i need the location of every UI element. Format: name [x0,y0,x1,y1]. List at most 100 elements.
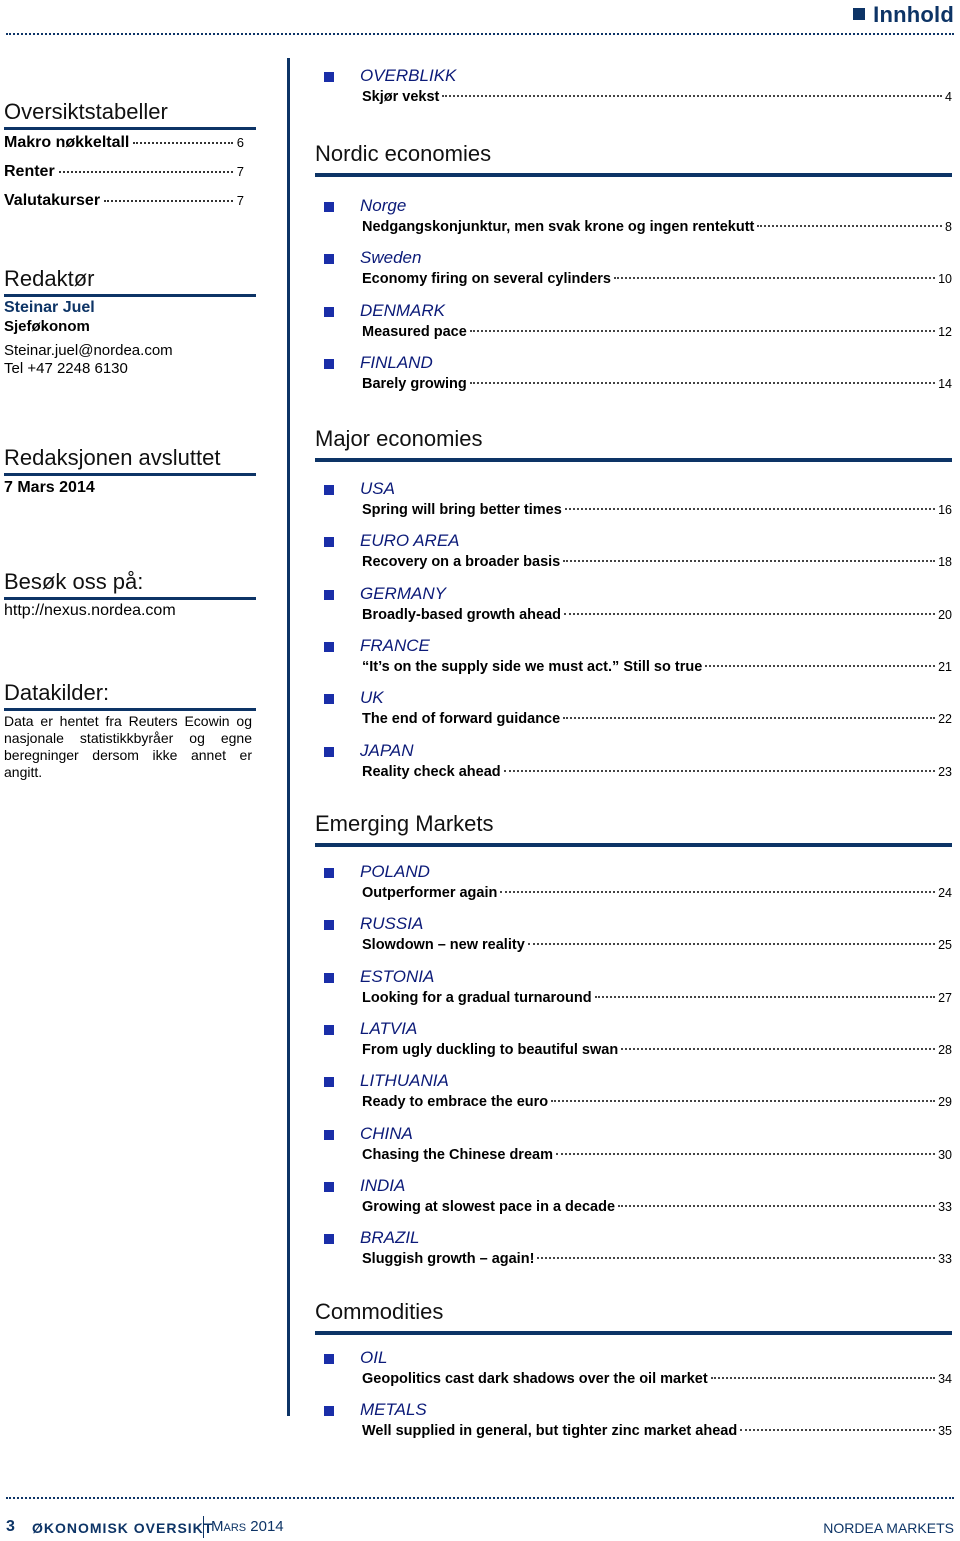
section-heading: Major economies [315,426,952,462]
square-bullet-icon [324,1406,334,1417]
entry-title: Economy firing on several cylinders [362,271,611,288]
leader-dots [500,891,936,893]
square-bullet-icon [324,589,334,600]
toc-title-text: Innhold [873,2,954,27]
page-number: 33 [938,1199,952,1214]
entry-title: Barely growing [362,375,467,392]
entry-country: UK [360,688,384,708]
leader-dots [618,1204,936,1207]
entry-title: The end of forward guidance [362,711,561,728]
entry-title: Reality check ahead [362,763,501,780]
footer-dotted-divider [6,1497,954,1499]
page-number: 4 [945,90,952,104]
editor-email[interactable]: Steinar.juel@nordea.com [4,342,173,359]
entry-title: Ready to embrace the euro [362,1094,549,1111]
leader-dots [740,1429,936,1432]
entry-title: From ugly duckling to beautiful swan [362,1041,619,1058]
entry-title: Looking for a gradual turnaround [362,989,592,1006]
square-bullet-icon [324,1024,334,1035]
footer-publication: ØKONOMISK OVERSIKT [32,1520,214,1536]
entry-title: Spring will bring better times [362,502,562,518]
entry-line: Economy firing on several cylinders 10 [362,270,952,288]
page-number: 10 [938,272,952,287]
entry-line: “It’s on the supply side we must act.” S… [362,658,952,676]
entry-country: LITHUANIA [360,1071,449,1091]
overview-tables-heading: Oversiktstabeller [4,99,256,130]
square-bullet-icon [324,306,334,317]
page-number: 12 [938,324,952,339]
toc-link-label: Valutakurser [4,192,101,209]
toc-title: Innhold [853,2,954,28]
entry-line: The end of forward guidance 22 [362,710,952,728]
leader-dots [537,1257,936,1260]
entry-title: Sluggish growth – again! [362,1251,535,1268]
page-number: 24 [938,886,952,900]
entry-line: Nedgangskonjunktur, men svak krone og in… [362,218,952,236]
square-bullet-icon [324,72,334,82]
entry-line: Chasing the Chinese dream 30 [362,1146,952,1164]
page-number: 8 [945,220,952,234]
entry-country: FINLAND [360,352,433,372]
page-number: 6 [236,135,244,150]
page-number: 7 [236,193,244,208]
section-heading: Commodities [315,1299,952,1335]
toc-link-makro[interactable]: Makro nøkkeltall 6 [4,134,244,152]
editor-name: Steinar Juel [4,299,95,316]
square-bullet-icon [324,868,334,878]
square-bullet-icon [324,1181,334,1192]
toc-link-valutakurser[interactable]: Valutakurser 7 [4,192,244,210]
entry-line: Slowdown – new reality 25 [362,936,952,954]
leader-dots [563,717,936,720]
visit-url-link[interactable]: http://nexus.nordea.com [4,602,176,620]
leader-dots [705,664,936,667]
square-bullet-icon [324,485,334,495]
entry-title: Broadly-based growth ahead [362,606,562,623]
entry-country: Sweden [360,248,422,268]
entry-line: Skjør vekst 4 [362,88,952,106]
entry-title: Geopolitics cast dark shadows over the o… [362,1371,708,1387]
editor-phone: Tel +47 2248 6130 [4,360,128,377]
page-number: 25 [938,938,952,953]
entry-country: EURO AREA [360,531,460,551]
toc-link-label: Renter [4,163,55,180]
entry-line: Broadly-based growth ahead 20 [362,606,952,624]
entry-country: OVERBLIKK [360,66,457,85]
page-number: 33 [938,1252,952,1267]
entry-line: Looking for a gradual turnaround 27 [362,989,952,1007]
square-bullet-icon [324,972,334,983]
leader-dots [555,1152,936,1155]
entry-line: Geopolitics cast dark shadows over the o… [362,1370,952,1388]
editor-role: Sjeføkonom [4,318,90,335]
leader-dots [469,381,936,384]
footer-separator [203,1516,204,1538]
entry-line: Ready to embrace the euro 29 [362,1093,952,1111]
section-heading: Emerging Markets [315,811,952,847]
square-bullet-icon [324,746,334,757]
page-number: 27 [938,990,952,1005]
toc-link-label: Makro nøkkeltall [4,134,130,151]
entry-line: From ugly duckling to beautiful swan 28 [362,1041,952,1059]
sources-text: Data er hentet fra Reuters Ecowin og nas… [4,713,252,780]
leader-dots [564,612,936,615]
entry-title: “It’s on the supply side we must act.” S… [362,658,703,675]
visit-heading: Besøk oss på: [4,569,256,600]
entry-line: Outperformer again 24 [362,884,952,902]
page-number: 23 [938,764,952,779]
entry-country: INDIA [360,1175,406,1195]
toc-link-renter[interactable]: Renter 7 [4,163,244,181]
entry-line: Sluggish growth – again! 33 [362,1250,952,1268]
column-divider [287,58,290,1416]
sources-heading: Datakilder: [4,680,256,711]
entry-country: GERMANY [360,583,446,603]
entry-country: METALS [360,1400,427,1420]
footer-brand: NORDEA MARKETS [823,1520,954,1536]
page-number: 28 [938,1042,952,1057]
page-number: 7 [236,164,244,179]
leader-dots [710,1377,936,1379]
entry-title: Slowdown – new reality [362,937,525,954]
leader-dots [104,200,233,202]
entry-line: Barely growing 14 [362,375,952,393]
page-number: 29 [938,1095,952,1110]
closed-heading: Redaksjonen avsluttet [4,445,256,476]
leader-dots [58,171,233,173]
